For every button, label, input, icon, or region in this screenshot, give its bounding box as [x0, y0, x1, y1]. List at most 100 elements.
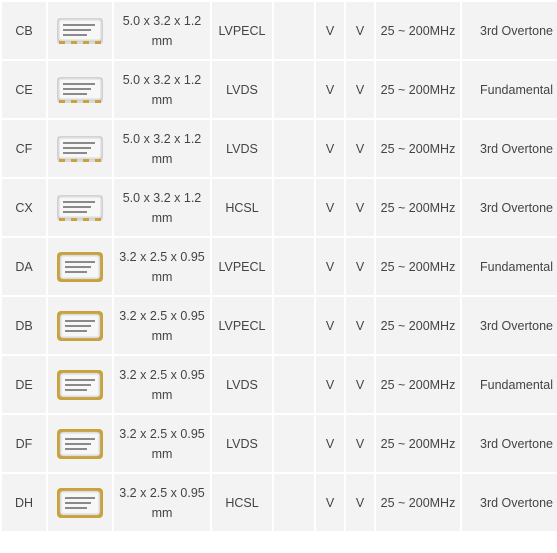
product-table-container: CB 5.0 x 3.2 x 1.2 mm LVPECL V V 25 ~ 20… [0, 0, 557, 553]
table-row: DH 3.2 x 2.5 x 0.95 mm HCSL V V 25 ~ 200… [2, 474, 557, 531]
table-row: CF 5.0 x 3.2 x 1.2 mm LVDS V V 25 ~ 200M… [2, 120, 557, 177]
output-cell: LVPECL [212, 238, 272, 295]
col-a-cell [274, 356, 314, 413]
col-a-cell [274, 297, 314, 354]
ceramic-smd-3225-icon [55, 249, 105, 285]
col-b-cell: V [316, 474, 344, 531]
series-cell: CX [2, 179, 46, 236]
package-image-cell [48, 297, 112, 354]
product-table: CB 5.0 x 3.2 x 1.2 mm LVPECL V V 25 ~ 20… [0, 0, 557, 533]
size-text: 3.2 x 2.5 x 0.95 mm [119, 485, 205, 520]
frequency-cell: 25 ~ 200MHz [376, 415, 460, 472]
package-image-cell [48, 120, 112, 177]
col-c-cell: V [346, 61, 374, 118]
col-c-mark: V [355, 23, 365, 38]
col-b-cell: V [316, 179, 344, 236]
col-c-cell: V [346, 356, 374, 413]
col-b-cell: V [316, 238, 344, 295]
series-cell: DH [2, 474, 46, 531]
ceramic-smd-5032-icon [55, 131, 105, 167]
col-c-cell: V [346, 238, 374, 295]
series-cell: DA [2, 238, 46, 295]
series-cell: DB [2, 297, 46, 354]
col-c-mark: V [355, 200, 365, 215]
ceramic-smd-5032-icon [55, 190, 105, 226]
oscillation-mode: 3rd Overtone [480, 495, 553, 510]
ceramic-smd-5032-icon [55, 72, 105, 108]
size-cell: 5.0 x 3.2 x 1.2 mm [114, 120, 210, 177]
col-b-mark: V [325, 82, 335, 97]
col-c-mark: V [355, 318, 365, 333]
series-code: CX [15, 200, 33, 215]
ceramic-smd-3225-icon [55, 485, 105, 521]
table-row: DF 3.2 x 2.5 x 0.95 mm LVDS V V 25 ~ 200… [2, 415, 557, 472]
size-text: 5.0 x 3.2 x 1.2 mm [122, 13, 202, 48]
col-a-cell [274, 474, 314, 531]
series-code: DF [15, 436, 33, 451]
mode-cell: Fundamental [462, 61, 557, 118]
col-a-cell [274, 2, 314, 59]
frequency-range: 25 ~ 200MHz [380, 495, 456, 510]
product-table-body: CB 5.0 x 3.2 x 1.2 mm LVPECL V V 25 ~ 20… [2, 2, 557, 531]
size-text: 5.0 x 3.2 x 1.2 mm [122, 190, 202, 225]
col-b-cell: V [316, 61, 344, 118]
col-c-mark: V [355, 141, 365, 156]
size-text: 5.0 x 3.2 x 1.2 mm [122, 131, 202, 166]
mode-cell: 3rd Overtone [462, 297, 557, 354]
package-image-cell [48, 2, 112, 59]
mode-cell: Fundamental [462, 356, 557, 413]
oscillation-mode: Fundamental [480, 82, 553, 97]
col-b-mark: V [325, 200, 335, 215]
col-b-cell: V [316, 120, 344, 177]
col-c-cell: V [346, 415, 374, 472]
output-type: LVPECL [218, 318, 266, 333]
table-row: DE 3.2 x 2.5 x 0.95 mm LVDS V V 25 ~ 200… [2, 356, 557, 413]
col-a-cell [274, 179, 314, 236]
series-cell: CF [2, 120, 46, 177]
output-cell: LVDS [212, 61, 272, 118]
col-b-mark: V [325, 436, 335, 451]
series-code: CF [15, 141, 33, 156]
col-c-mark: V [355, 495, 365, 510]
col-c-cell: V [346, 474, 374, 531]
output-type: LVDS [226, 82, 258, 97]
col-b-mark: V [325, 141, 335, 156]
table-row: CE 5.0 x 3.2 x 1.2 mm LVDS V V 25 ~ 200M… [2, 61, 557, 118]
col-b-cell: V [316, 415, 344, 472]
size-cell: 5.0 x 3.2 x 1.2 mm [114, 179, 210, 236]
ceramic-smd-3225-icon [55, 308, 105, 344]
col-c-mark: V [355, 82, 365, 97]
col-c-cell: V [346, 2, 374, 59]
output-type: HCSL [225, 200, 259, 215]
package-image-cell [48, 415, 112, 472]
series-code: CE [15, 82, 33, 97]
col-b-mark: V [325, 23, 335, 38]
frequency-cell: 25 ~ 200MHz [376, 238, 460, 295]
size-cell: 3.2 x 2.5 x 0.95 mm [114, 474, 210, 531]
oscillation-mode: 3rd Overtone [480, 200, 553, 215]
table-row: CX 5.0 x 3.2 x 1.2 mm HCSL V V 25 ~ 200M… [2, 179, 557, 236]
mode-cell: 3rd Overtone [462, 415, 557, 472]
output-cell: HCSL [212, 179, 272, 236]
frequency-range: 25 ~ 200MHz [380, 82, 456, 97]
oscillation-mode: 3rd Overtone [480, 318, 553, 333]
oscillation-mode: 3rd Overtone [480, 23, 553, 38]
output-cell: LVDS [212, 415, 272, 472]
series-cell: CB [2, 2, 46, 59]
series-code: DA [15, 259, 33, 274]
mode-cell: 3rd Overtone [462, 120, 557, 177]
col-b-cell: V [316, 2, 344, 59]
output-type: LVDS [226, 436, 258, 451]
frequency-range: 25 ~ 200MHz [380, 318, 456, 333]
output-type: LVPECL [218, 259, 266, 274]
package-image-cell [48, 61, 112, 118]
size-cell: 3.2 x 2.5 x 0.95 mm [114, 415, 210, 472]
ceramic-smd-3225-icon [55, 426, 105, 462]
frequency-range: 25 ~ 200MHz [380, 200, 456, 215]
frequency-cell: 25 ~ 200MHz [376, 179, 460, 236]
col-b-cell: V [316, 356, 344, 413]
series-cell: DE [2, 356, 46, 413]
col-a-cell [274, 61, 314, 118]
mode-cell: 3rd Overtone [462, 179, 557, 236]
package-image-cell [48, 179, 112, 236]
